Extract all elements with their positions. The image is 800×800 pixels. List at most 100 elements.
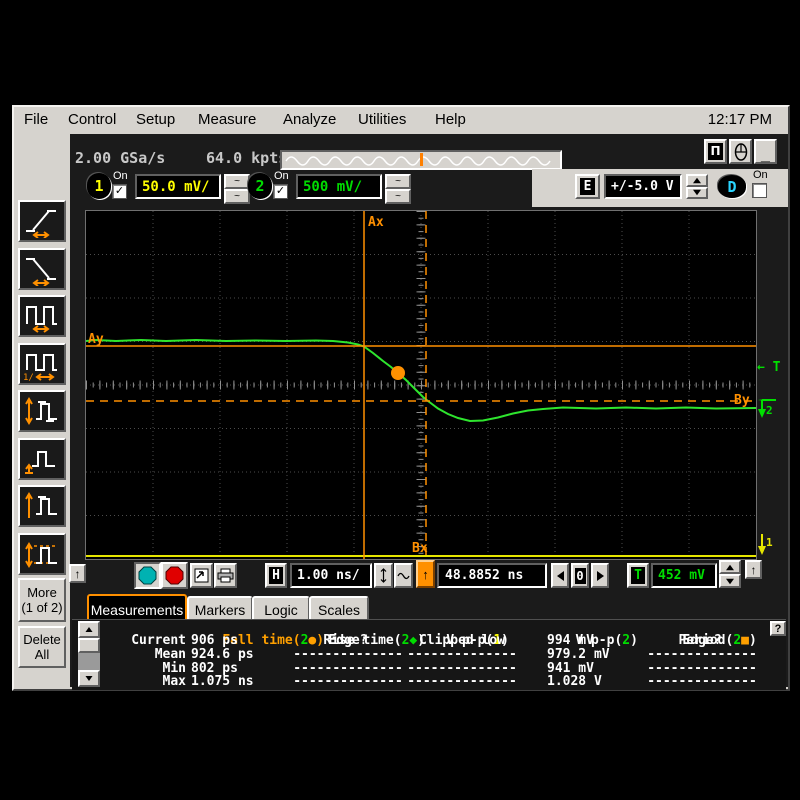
minimize-button[interactable]: _ (754, 139, 777, 164)
scroll-up-right-button[interactable]: ↑ (745, 560, 762, 579)
horizontal-fine-button[interactable] (374, 563, 393, 588)
row-label-current: Current (102, 634, 186, 648)
position-right-button[interactable] (591, 563, 609, 588)
table-scrollbar-thumb[interactable] (78, 638, 100, 653)
sidebar-button-v-min[interactable] (18, 438, 66, 480)
menu-utilities[interactable]: Utilities (356, 107, 408, 133)
run-icon (138, 566, 157, 585)
channel2-scale-field[interactable]: 500 mV/ (296, 174, 382, 199)
channel1-scale-field[interactable]: 50.0 mV/ (135, 174, 221, 199)
digital-on-checkbox[interactable] (752, 183, 767, 198)
tab-scales[interactable]: Scales (309, 596, 369, 621)
vpp2-max: 1.028 V (547, 675, 657, 689)
channel1-scale-up-button[interactable]: ~ (224, 174, 250, 189)
rise-time-current: Edge? (292, 634, 404, 648)
channel2-scale-up-button[interactable]: ~ (385, 174, 411, 189)
menu-setup[interactable]: Setup (134, 107, 177, 133)
svg-text:2: 2 (766, 404, 773, 417)
more-label-line2: (1 of 2) (21, 600, 62, 615)
trigger-level-field[interactable]: 452 mV (651, 563, 717, 588)
horizontal-button[interactable]: H (265, 563, 287, 588)
stop-icon (165, 566, 184, 585)
table-help-button[interactable]: ? (770, 621, 786, 636)
ext-trigger-level-field[interactable]: +/-5.0 V (604, 174, 682, 199)
tab-logic[interactable]: Logic (252, 596, 310, 621)
row-label-max: Max (102, 675, 186, 689)
digital-on-label: On (753, 170, 768, 181)
stop-button[interactable] (161, 562, 188, 589)
memory-depth: 64.0 kpts (206, 149, 287, 167)
sidebar-button-v-max[interactable] (18, 485, 66, 527)
table-scroll-up-button[interactable] (78, 621, 100, 638)
period-current: Edge? (647, 634, 757, 648)
scroll-up-left-button[interactable]: ↑ (69, 564, 86, 583)
horizontal-scale-value: 1.00 ns/ (292, 568, 360, 583)
channel1-scale-down-button[interactable]: ~ (224, 189, 250, 204)
trigger-level-spinner (719, 560, 741, 588)
trigger-level-down-button[interactable] (719, 574, 741, 588)
waveform-display[interactable]: Ax Ay Bx By (85, 210, 757, 560)
ext-trigger-label: E (584, 179, 592, 194)
sidebar: 1/ (14, 134, 70, 687)
ext-trigger-down-button[interactable] (686, 187, 708, 200)
ext-trigger-up-button[interactable] (686, 174, 708, 187)
channel1-marker-icon: 1 (754, 531, 778, 559)
horizontal-scale-field[interactable]: 1.00 ns/ (290, 563, 372, 588)
channel1-badge[interactable]: 1 (87, 173, 111, 199)
menu-measure[interactable]: Measure (196, 107, 258, 133)
touch-toggle-button[interactable]: ↑ (416, 560, 435, 588)
pulse-icon: Π (708, 143, 723, 160)
sidebar-button-v-pp[interactable] (18, 390, 66, 432)
menu-analyze[interactable]: Analyze (281, 107, 338, 133)
trigger-position-marker[interactable]: ← T (757, 360, 780, 375)
waveform-position-scrollbar[interactable] (280, 150, 562, 170)
menu-help[interactable]: Help (433, 107, 468, 133)
v-amplitude-icon (22, 537, 62, 571)
channel2-marker-icon: 2 (754, 395, 778, 423)
horizontal-coarse-button[interactable] (394, 563, 413, 588)
ext-trigger-level-value: +/-5.0 V (606, 179, 674, 194)
pulse-mode-button[interactable]: Π (704, 139, 727, 164)
more-button[interactable]: More (1 of 2) (18, 578, 66, 622)
table-scroll-down-button[interactable] (78, 670, 100, 687)
trigger-button[interactable]: T (627, 563, 649, 588)
sidebar-button-frequency[interactable]: 1/ (18, 343, 66, 385)
right-arrow-icon (597, 571, 604, 581)
marker-ax-label: Ax (368, 215, 384, 230)
menu-file[interactable]: File (22, 107, 50, 133)
measurement-point-marker[interactable] (391, 366, 405, 380)
sidebar-button-v-amplitude[interactable] (18, 533, 66, 575)
digital-badge[interactable]: D (718, 175, 746, 198)
digital-label: D (727, 178, 736, 196)
channel2-on-checkbox[interactable]: ✓ (273, 184, 288, 199)
mouse-mode-button[interactable] (729, 139, 752, 164)
print-button[interactable] (214, 563, 237, 588)
table-scrollbar[interactable] (78, 621, 100, 687)
delete-all-button[interactable]: Delete All (18, 626, 66, 668)
check-icon: ✓ (276, 185, 285, 197)
channel2-level-marker[interactable]: 2 (754, 395, 778, 428)
position-zero-button[interactable]: 0 (571, 563, 589, 588)
ext-trigger-button[interactable]: E (575, 174, 600, 199)
printer-icon (217, 568, 234, 583)
menu-control[interactable]: Control (66, 107, 118, 133)
period-icon (22, 299, 62, 333)
tab-markers[interactable]: Markers (187, 596, 253, 621)
position-left-button[interactable] (551, 563, 569, 588)
frequency-icon: 1/ (22, 347, 62, 381)
trigger-level-up-button[interactable] (719, 560, 741, 574)
channel2-badge[interactable]: 2 (248, 173, 272, 199)
sidebar-button-period[interactable] (18, 295, 66, 337)
sidebar-button-rise-time[interactable] (18, 200, 66, 242)
fine-adjust-icon (378, 568, 389, 583)
oscilloscope-window: File Control Setup Measure Analyze Utili… (12, 105, 790, 691)
run-button[interactable] (134, 562, 161, 589)
horizontal-position-field[interactable]: 48.8852 ns (437, 563, 547, 588)
channel1-on-checkbox[interactable]: ✓ (112, 184, 127, 199)
channel2-scale-down-button[interactable]: ~ (385, 189, 411, 204)
screen-capture-button[interactable] (190, 563, 213, 588)
vpp1-current: Clipped low (407, 634, 517, 648)
v-min-icon (22, 442, 62, 476)
sidebar-button-fall-time[interactable] (18, 248, 66, 290)
v-pp-icon (22, 394, 62, 428)
